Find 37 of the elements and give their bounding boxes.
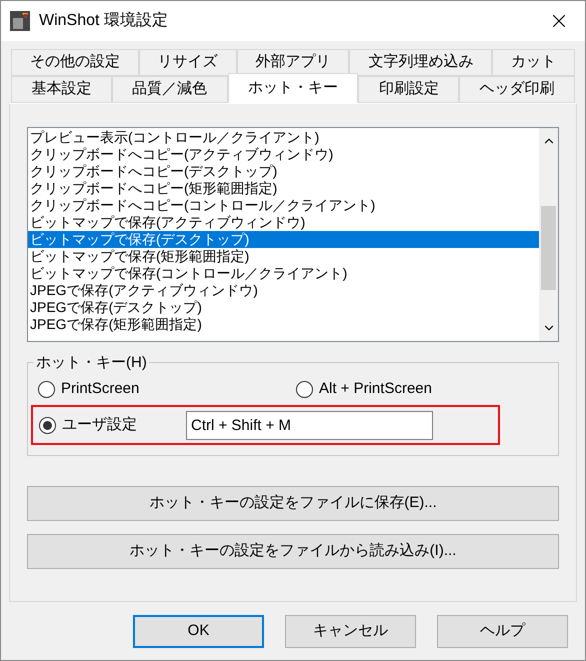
- radio-button[interactable]: [296, 380, 313, 398]
- list-item[interactable]: クリップボードへコピー(アクティブウィンドウ): [28, 146, 539, 163]
- list-item[interactable]: ビットマップで保存(アクティブウィンドウ): [28, 214, 539, 231]
- list-item[interactable]: JPEGで保存(矩形範囲指定): [28, 316, 539, 333]
- radio-label: Alt + PrintScreen: [319, 378, 432, 399]
- radio-label: PrintScreen: [61, 378, 140, 399]
- tab[interactable]: 基本設定: [11, 76, 112, 103]
- dialog-button[interactable]: OK: [133, 615, 264, 648]
- scrollbar[interactable]: [539, 128, 558, 341]
- tab[interactable]: 文字列埋め込み: [349, 49, 492, 76]
- radio-button[interactable]: [38, 380, 55, 398]
- file-button[interactable]: ホット・キーの設定をファイルから読み込み(I)...: [27, 534, 559, 569]
- list-item[interactable]: ビットマップで保存(デスクトップ): [28, 231, 539, 248]
- app-icon: [9, 10, 31, 32]
- list-item[interactable]: ビットマップで保存(矩形範囲指定): [28, 248, 539, 265]
- list-item[interactable]: プレビュー表示(コントロール／クライアント): [28, 129, 539, 146]
- dialog-button[interactable]: ヘルプ: [437, 615, 568, 648]
- scroll-thumb[interactable]: [541, 206, 556, 290]
- tab[interactable]: 品質／減色: [112, 76, 228, 103]
- tab[interactable]: ホット・キー: [228, 73, 358, 103]
- list-item[interactable]: JPEGで保存(アクティブウィンドウ): [28, 282, 539, 299]
- list-item[interactable]: JPEGで保存(デスクトップ): [28, 299, 539, 316]
- list-item[interactable]: ビットマップで保存(コントロール／クライアント): [28, 265, 539, 282]
- dialog-button[interactable]: キャンセル: [285, 615, 416, 648]
- radio-label: ユーザ設定: [62, 414, 138, 435]
- list-item[interactable]: クリップボードへコピー(矩形範囲指定): [28, 180, 539, 197]
- window-title: WinShot 環境設定: [39, 10, 168, 31]
- list-item[interactable]: クリップボードへコピー(コントロール／クライアント): [28, 197, 539, 214]
- tab[interactable]: カット: [492, 49, 575, 76]
- tab[interactable]: その他の設定: [11, 49, 139, 76]
- list-item[interactable]: クリップボードへコピー(デスクトップ): [28, 163, 539, 180]
- hotkey-field[interactable]: Ctrl + Shift + M: [186, 410, 433, 440]
- file-button[interactable]: ホット・キーの設定をファイルに保存(E)...: [27, 486, 559, 521]
- radio-button[interactable]: [39, 416, 56, 434]
- tab[interactable]: リサイズ: [138, 49, 237, 76]
- tab[interactable]: 印刷設定: [358, 76, 460, 103]
- tab[interactable]: ヘッダ印刷: [459, 76, 575, 103]
